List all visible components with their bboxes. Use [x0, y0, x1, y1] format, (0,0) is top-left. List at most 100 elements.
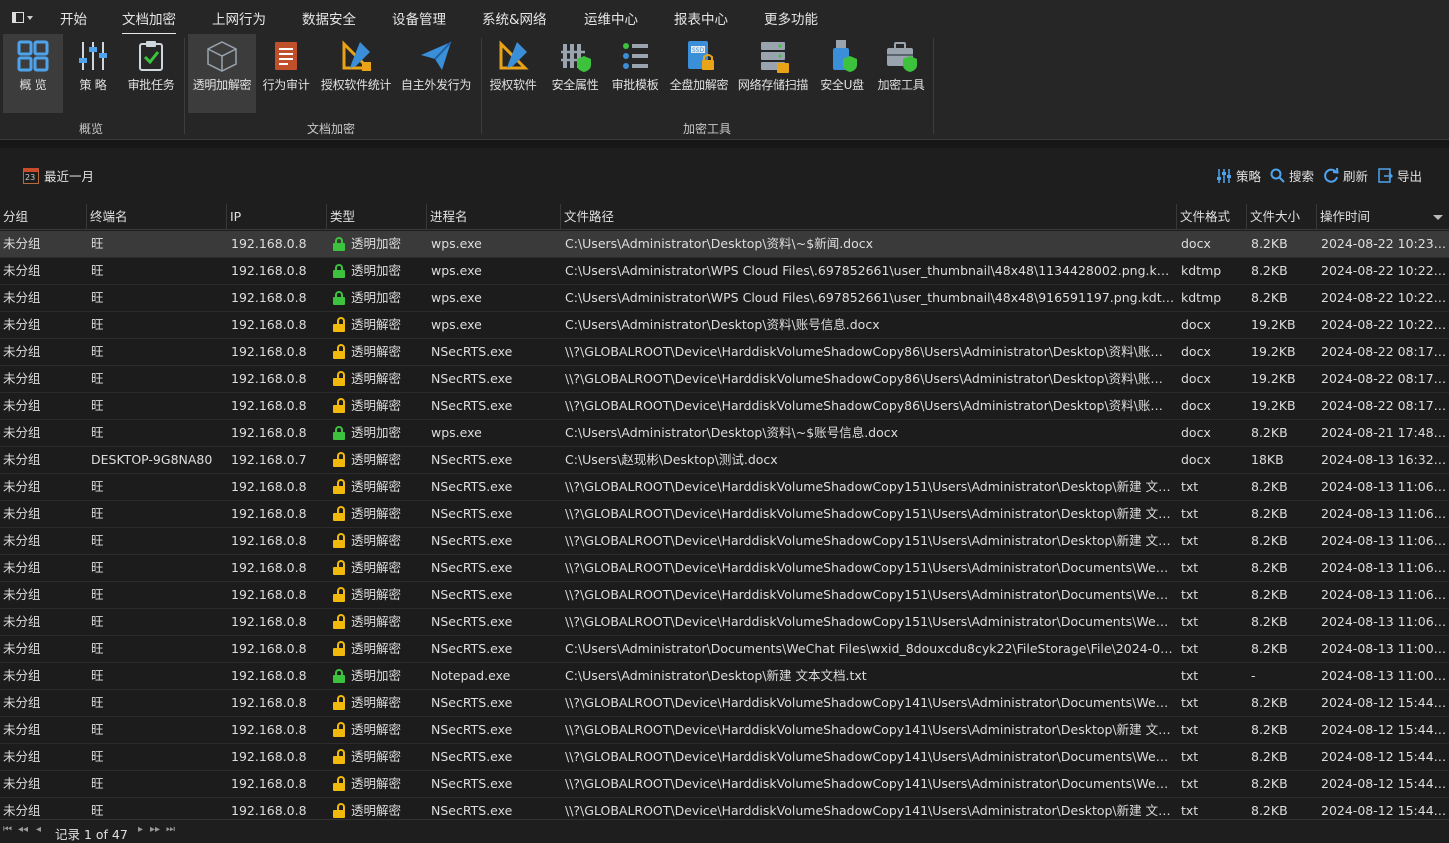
policy-filter-label: 策略	[1236, 169, 1262, 184]
cell-type: 透明解密	[351, 452, 402, 467]
column-header-type[interactable]: 类型	[327, 204, 427, 230]
tab-data-security[interactable]: 数据安全	[302, 8, 356, 28]
first-page-icon[interactable]: ⏮	[3, 824, 12, 835]
cell-file-format: txt	[1181, 587, 1199, 602]
cell-group: 未分组	[3, 614, 41, 629]
unlocked-icon	[333, 533, 345, 548]
cell-terminal: 旺	[91, 749, 104, 764]
license-software-button-label: 授权软件	[489, 78, 537, 92]
column-header-operation-time[interactable]: 操作时间	[1317, 204, 1449, 230]
table-row[interactable]: 未分组 旺 192.168.0.8 透明解密 NSecRTS.exe \\?\GLOBAL…	[0, 555, 1449, 582]
table-row[interactable]: 未分组 旺 192.168.0.8 透明加密 wps.exe C:\Users\Admin…	[0, 258, 1449, 285]
prev-page-icon[interactable]: ◂	[36, 824, 41, 835]
table-row[interactable]: 未分组 旺 192.168.0.8 透明解密 NSecRTS.exe \\?\GLOBAL…	[0, 744, 1449, 771]
cell-file-size: 8.2KB	[1251, 722, 1288, 737]
refresh-button[interactable]: 刷新	[1324, 166, 1368, 185]
cell-file-size: 8.2KB	[1251, 560, 1288, 575]
next-page-group-icon[interactable]: ▸▸	[150, 824, 160, 835]
cell-terminal: 旺	[91, 614, 104, 629]
search-button[interactable]: 搜索	[1270, 166, 1314, 185]
table-row[interactable]: 未分组 旺 192.168.0.8 透明加密 Notepad.exe C:\Users\A…	[0, 663, 1449, 690]
policy-filter-button[interactable]: 策略	[1216, 166, 1261, 185]
prev-page-group-icon[interactable]: ◂◂	[18, 824, 28, 835]
table-row[interactable]: 未分组 旺 192.168.0.8 透明解密 NSecRTS.exe \\?\GLOBAL…	[0, 771, 1449, 798]
outbound-behavior-button[interactable]: 自主外发行为	[396, 34, 476, 113]
tab-start[interactable]: 开始	[60, 8, 87, 28]
column-header-file-path[interactable]: 文件路径	[561, 204, 1177, 230]
behavior-audit-button[interactable]: 行为审计	[258, 34, 314, 113]
column-header-ip[interactable]: IP	[227, 204, 327, 230]
transparent-encrypt-button[interactable]: 透明加解密	[188, 34, 256, 113]
date-range-selector[interactable]: 23 最近一月	[23, 166, 94, 185]
cell-ip: 192.168.0.8	[231, 668, 307, 683]
tab-report-center[interactable]: 报表中心	[674, 8, 728, 28]
table-row[interactable]: 未分组 旺 192.168.0.8 透明解密 NSecRTS.exe \\?\GLOBAL…	[0, 339, 1449, 366]
cell-operation-time: 2024-08-13 16:32:13	[1321, 452, 1447, 467]
cell-type: 透明解密	[351, 803, 402, 818]
secure-usb-button[interactable]: 安全U盘	[815, 34, 869, 113]
column-header-process[interactable]: 进程名	[427, 204, 561, 230]
disk-encrypt-button[interactable]: SSD 全盘加解密	[666, 34, 732, 113]
table-row[interactable]: 未分组 旺 192.168.0.8 透明加密 wps.exe C:\Users\Admin…	[0, 285, 1449, 312]
column-header-file-format[interactable]: 文件格式	[1177, 204, 1247, 230]
table-row[interactable]: 未分组 旺 192.168.0.8 透明加密 wps.exe C:\Users\Admin…	[0, 231, 1449, 258]
security-attribute-button[interactable]: 安全属性	[546, 34, 604, 113]
table-row[interactable]: 未分组 旺 192.168.0.8 透明解密 NSecRTS.exe \\?\GLOBAL…	[0, 366, 1449, 393]
table-row[interactable]: 未分组 旺 192.168.0.8 透明解密 NSecRTS.exe \\?\GLOBAL…	[0, 474, 1449, 501]
tab-more-functions[interactable]: 更多功能	[764, 8, 818, 28]
license-software-button[interactable]: 授权软件	[485, 34, 541, 113]
cell-type: 透明解密	[351, 317, 402, 332]
approval-task-button[interactable]: 审批任务	[122, 34, 180, 113]
tab-ops-center[interactable]: 运维中心	[584, 8, 638, 28]
table-row[interactable]: 未分组 旺 192.168.0.8 透明解密 NSecRTS.exe \\?\GLOBAL…	[0, 393, 1449, 420]
table-row[interactable]: 未分组 旺 192.168.0.8 透明解密 NSecRTS.exe \\?\GLOBAL…	[0, 690, 1449, 717]
export-button[interactable]: 导出	[1378, 166, 1422, 185]
cell-operation-time: 2024-08-12 15:44:41	[1321, 776, 1447, 791]
app-menu-button[interactable]	[8, 8, 33, 26]
cell-file-path: C:\Users\Administrator\WPS Cloud Files\.…	[565, 290, 1175, 305]
table-row[interactable]: 未分组 旺 192.168.0.8 透明解密 NSecRTS.exe \\?\GLOBAL…	[0, 798, 1449, 819]
cell-file-size: 19.2KB	[1251, 317, 1296, 332]
table-row[interactable]: 未分组 旺 192.168.0.8 透明解密 NSecRTS.exe \\?\GLOBAL…	[0, 717, 1449, 744]
encrypt-tool-button[interactable]: 加密工具	[872, 34, 930, 113]
cell-file-format: txt	[1181, 479, 1199, 494]
table-row[interactable]: 未分组 旺 192.168.0.8 透明解密 NSecRTS.exe \\?\GLOBAL…	[0, 528, 1449, 555]
next-page-icon[interactable]: ▸	[138, 824, 143, 835]
cell-process: NSecRTS.exe	[431, 641, 513, 656]
table-row[interactable]: 未分组 旺 192.168.0.8 透明解密 NSecRTS.exe \\?\GLOBAL…	[0, 609, 1449, 636]
column-header-file-size[interactable]: 文件大小	[1247, 204, 1317, 230]
table-row[interactable]: 未分组 DESKTOP-9G8NA80 192.168.0.7 透明解密 NSecRTS…	[0, 447, 1449, 474]
table-row[interactable]: 未分组 旺 192.168.0.8 透明解密 NSecRTS.exe \\?\GLOBAL…	[0, 501, 1449, 528]
approval-task-button-label: 审批任务	[127, 78, 175, 92]
cell-file-path: C:\Users\Administrator\Desktop\资料\~$新闻.d…	[565, 236, 874, 251]
cell-type: 透明解密	[351, 587, 402, 602]
column-header-group[interactable]: 分组	[0, 204, 87, 230]
policy-button[interactable]: 策 略	[63, 34, 123, 113]
locked-icon	[333, 669, 345, 683]
license-stats-button[interactable]: 授权软件统计	[316, 34, 396, 113]
cell-operation-time: 2024-08-13 11:06:07	[1321, 533, 1447, 548]
tab-system-network[interactable]: 系统&网络	[482, 8, 547, 28]
refresh-label: 刷新	[1343, 169, 1369, 184]
table-row[interactable]: 未分组 旺 192.168.0.8 透明解密 NSecRTS.exe C:\Users\A…	[0, 636, 1449, 663]
network-storage-scan-button[interactable]: 网络存储扫描	[734, 34, 812, 113]
refresh-icon	[1324, 168, 1339, 183]
cell-file-format: txt	[1181, 749, 1199, 764]
column-header-terminal[interactable]: 终端名	[87, 204, 227, 230]
table-row[interactable]: 未分组 旺 192.168.0.8 透明加密 wps.exe C:\Users\Admin…	[0, 420, 1449, 447]
cell-type: 透明解密	[351, 695, 402, 710]
table-row[interactable]: 未分组 旺 192.168.0.8 透明解密 NSecRTS.exe \\?\GLOBAL…	[0, 582, 1449, 609]
approval-template-button[interactable]: 审批模板	[606, 34, 664, 113]
cell-ip: 192.168.0.8	[231, 236, 307, 251]
tab-device-management[interactable]: 设备管理	[392, 8, 446, 28]
cell-file-size: 19.2KB	[1251, 398, 1296, 413]
unlocked-icon	[333, 506, 345, 521]
tab-internet-behavior[interactable]: 上网行为	[212, 8, 266, 28]
last-page-icon[interactable]: ⏭	[166, 824, 175, 835]
overview-button[interactable]: 概 览	[3, 34, 63, 113]
tab-document-encryption[interactable]: 文档加密	[122, 8, 176, 35]
cell-ip: 192.168.0.8	[231, 425, 307, 440]
approval-task-icon	[139, 41, 163, 71]
cell-operation-time: 2024-08-22 10:22:59	[1321, 263, 1447, 278]
table-row[interactable]: 未分组 旺 192.168.0.8 透明解密 wps.exe C:\Users\Admin…	[0, 312, 1449, 339]
